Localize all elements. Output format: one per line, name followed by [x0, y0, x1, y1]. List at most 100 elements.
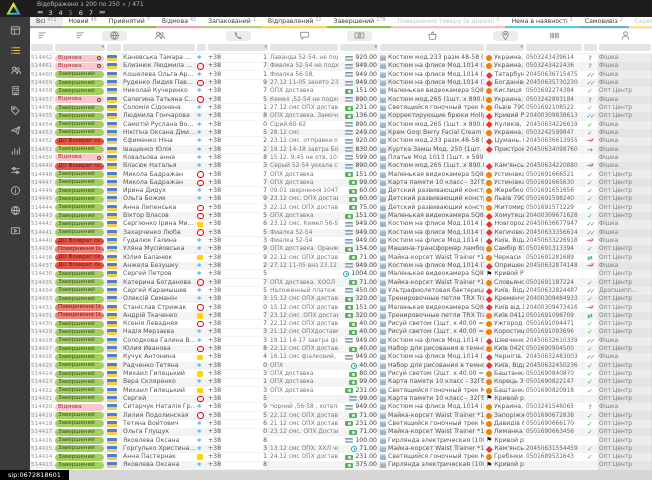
filter-name[interactable]	[122, 42, 196, 53]
table-row[interactable]: 514441ЗавершенийЗахарченко Люба+385Фиалк…	[30, 229, 652, 237]
pager-page-3[interactable]: 3	[48, 9, 52, 17]
table-row[interactable]: 514416ЗавершенийЯковлева Оксана*+388100.…	[30, 436, 652, 444]
sidebar-item-mailing[interactable]	[6, 124, 24, 137]
pager-first-icon[interactable]: ««	[37, 9, 42, 16]
sidebar-item-info[interactable]	[6, 184, 24, 197]
filter-input-price[interactable]	[340, 44, 378, 51]
filter-status[interactable]	[54, 42, 106, 53]
table-row[interactable]: 514447ЗавершенийМикола Бадражан+387ОПХ д…	[30, 179, 652, 187]
tab-Сервіси[interactable]: Сервіси0	[629, 17, 652, 28]
sidebar-item-boards[interactable]	[6, 24, 24, 37]
col-header-name[interactable]	[122, 29, 196, 42]
table-row[interactable]: 514439Повернення (з…Уляна Мусійовська*+3…	[30, 245, 652, 253]
sidebar-item-orders[interactable]	[6, 44, 24, 57]
filter-input-op[interactable]	[197, 44, 206, 51]
sidebar-item-settings[interactable]	[6, 164, 24, 177]
table-row[interactable]: 514460ЗавершенийКошелева Ольга Ар…*+381Ф…	[30, 71, 652, 79]
table-row[interactable]: 514453ЗавершенийНікітіна Оксана Дми…*+38…	[30, 129, 652, 137]
filter-input-loc[interactable]	[486, 44, 524, 51]
table-row[interactable]: 514431Повернення (з…Андрій Ткаченко+3872…	[30, 312, 652, 320]
sidebar-item-statistics[interactable]	[6, 144, 24, 157]
filter-track[interactable]	[525, 42, 583, 53]
table-row[interactable]: 514420ВідмоваСитарчук Наталія Гр…*+389Чо…	[30, 403, 652, 411]
tab-Завершений[interactable]: Завершений278	[327, 17, 391, 28]
table-row[interactable]: 514434ЗавершенийСергей Карамышев*+385Нал…	[30, 287, 652, 295]
table-row[interactable]: 514442ЗавершенийСергіюнко Ірина Ми…+3862…	[30, 220, 652, 228]
table-row[interactable]: 514448ЗавершенийМикола Бадражан+387ОПХ д…	[30, 170, 652, 178]
table-row[interactable]: 514432Повернення (з…Станіслав Стрижак+38…	[30, 303, 652, 311]
table-row[interactable]: 514423ЗавершенийВера Скляренко*+381ОПХ д…	[30, 378, 652, 386]
filter-input-comment[interactable]	[270, 44, 338, 51]
table-row[interactable]: 514425ЗавершенийРадченко Тетяна*+380ОПХ4…	[30, 362, 652, 370]
filter-source[interactable]	[598, 42, 652, 53]
filter-input-id[interactable]	[31, 44, 53, 51]
table-row[interactable]: 514446ЗавершенийИрина Дидух*+38709.01 зв…	[30, 187, 652, 195]
filter-comment[interactable]	[269, 42, 339, 53]
tab-Відправлений[interactable]: Відправлений12	[262, 17, 328, 28]
table-row[interactable]: 514413ЗавершенийЯковлева Оксана*+388375.…	[30, 461, 652, 469]
col-header-track[interactable]	[525, 29, 583, 42]
sidebar-item-clients[interactable]	[6, 64, 24, 77]
table-row[interactable]: 514415ЗавершенийГоргулько Христина…*+383…	[30, 445, 652, 453]
tab-Повернення товару (в дорозі)[interactable]: Повернення товару (в дорозі)0	[391, 17, 505, 28]
table-row[interactable]: 514454ЗавершенийСамотій Руслана Во…*+380…	[30, 121, 652, 129]
filter-input-mark[interactable]	[584, 44, 597, 51]
col-header-op[interactable]	[196, 29, 207, 42]
table-row[interactable]: 514440ДО Возврат ск…Гудалюк Галина*+383Ф…	[30, 237, 652, 245]
filter-phone[interactable]	[207, 42, 269, 53]
table-row[interactable]: 514456ЗавершенийСоломія Сідонена*+38127.…	[30, 104, 652, 112]
col-header-flag[interactable]	[106, 29, 122, 42]
filter-input-flag[interactable]	[107, 44, 121, 51]
table-row[interactable]: 514437ДО Возврат ск…Анжела Безушку*+3822…	[30, 262, 652, 270]
table-row[interactable]: 514421ЗавершенийСергей+38599.00Карта пам…	[30, 395, 652, 403]
col-header-price[interactable]	[339, 29, 379, 42]
table-row[interactable]: 514459ЗавершенийРуденко Лидия Пав…+38927…	[30, 79, 652, 87]
filter-flag[interactable]	[106, 42, 122, 53]
col-header-phone[interactable]	[207, 29, 269, 42]
col-header-status[interactable]	[54, 29, 106, 42]
table-row[interactable]: 514443ЗавершенийВіктор Власов+385ОПХ дос…	[30, 212, 652, 220]
filter-input-track[interactable]	[526, 44, 582, 51]
table-row[interactable]: 514433ЗавершенийОлексій Семанін*+38315.1…	[30, 295, 652, 303]
col-header-id[interactable]	[30, 29, 54, 42]
table-row[interactable]: 514414ЗавершенийАнна Пастернак+38124.12 …	[30, 453, 652, 461]
tab-Прийнятий[interactable]: Прийнятий7	[103, 17, 156, 28]
filter-input-product[interactable]	[380, 44, 484, 51]
table-row[interactable]: 514426ЗавершенийКучук Антонина+38416.12 …	[30, 353, 652, 361]
filter-loc[interactable]	[485, 42, 525, 53]
col-header-product[interactable]	[379, 29, 485, 42]
table-row[interactable]: 514429ЗавершенийНадія Мерзаєва*+38321.12…	[30, 328, 652, 336]
table-row[interactable]: 514419ЗавершенийЛилия Подолинская+38522.…	[30, 411, 652, 419]
filter-product[interactable]	[379, 42, 485, 53]
filter-input-source[interactable]	[599, 44, 651, 51]
table-row[interactable]: 514462ВідмоваКаневська Тамара …*+381Лава…	[30, 54, 652, 62]
table-row[interactable]: 514428ЗавершенийСолодкова Галина В…*+383…	[30, 337, 652, 345]
table-row[interactable]: 514424ЗавершенийМихаил Гилецький+383ОПХ …	[30, 370, 652, 378]
filter-op[interactable]	[196, 42, 207, 53]
col-header-mark[interactable]	[583, 29, 598, 42]
table-row[interactable]: 514449ДО Возврат ск…Власюк Наталья*+383С…	[30, 162, 652, 170]
filter-input-phone[interactable]	[208, 44, 268, 51]
table-row[interactable]: 514418ЗавершенийТетяна Войтович*+38621.1…	[30, 420, 652, 428]
filter-price[interactable]	[339, 42, 379, 53]
table-row[interactable]: 514450ВідмоваКовальова анна*+38815.12. 9…	[30, 154, 652, 162]
pager-page-4[interactable]: 4	[58, 9, 62, 17]
table-row[interactable]: 514444ЗавершенийАнна Липенська+38322.12 …	[30, 204, 652, 212]
table-row[interactable]: 514457ВідмоваСалегина Татьяна С…+385Кеме…	[30, 96, 652, 104]
sidebar-item-company[interactable]	[6, 84, 24, 97]
filter-mark[interactable]	[583, 42, 598, 53]
tab-Нема в наявності[interactable]: Нема в наявності1	[505, 17, 578, 28]
pager-page-6[interactable]: 6	[79, 9, 83, 17]
page-size-caret-icon[interactable]: ▾	[123, 2, 126, 8]
table-row[interactable]: 514427ЗавершенийЮлия Иванова+38822.12 см…	[30, 345, 652, 353]
col-header-comment[interactable]	[269, 29, 339, 42]
filter-input-status[interactable]	[55, 44, 105, 51]
tab-Запакований[interactable]: Запакований1	[202, 17, 262, 28]
table-row[interactable]: 514461ВідмоваБлизнюк Людмила …+387Фиалка…	[30, 62, 652, 70]
table-row[interactable]: 514435ЗавершенийКатерина Богданова+387ОП…	[30, 278, 652, 286]
col-header-source[interactable]	[598, 29, 652, 42]
sidebar-item-video[interactable]	[6, 224, 24, 237]
table-row[interactable]: 514452ДО Возврат ск…Єфименко Ніна*+38223…	[30, 137, 652, 145]
sidebar-item-web[interactable]	[6, 204, 24, 217]
pager-page-7[interactable]: 7	[89, 9, 93, 17]
